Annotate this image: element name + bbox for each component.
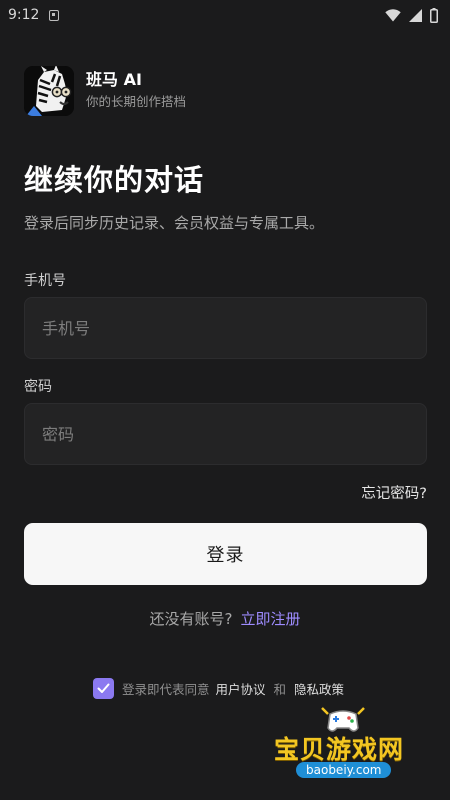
register-prompt: 还没有账号? [149,610,233,628]
zebra-logo-icon [24,66,74,116]
register-link[interactable]: 立即注册 [240,610,300,628]
agreement-and: 和 [273,682,287,697]
agreement-row: 登录即代表同意 用户协议 和 隐私政策 [93,678,344,699]
checkmark-icon [97,683,110,693]
password-input[interactable] [24,403,427,465]
agreement-checkbox[interactable] [93,678,114,699]
status-bar: 9:12 [0,0,450,30]
register-row: 还没有账号? 立即注册 [0,608,450,629]
phone-input[interactable] [24,297,427,359]
watermark: 宝贝游戏网 baobeiy.com [272,704,422,784]
app-header: 班马 AI 你的长期创作搭档 [24,66,186,116]
privacy-policy-link[interactable]: 隐私政策 [294,679,344,698]
status-right [385,7,438,23]
status-time: 9:12 [8,7,40,23]
page-title: 继续你的对话 [24,163,205,197]
login-button[interactable]: 登录 [24,523,427,585]
status-left: 9:12 [8,7,60,23]
phone-label: 手机号 [24,273,66,289]
agreement-text: 登录即代表同意 [122,682,210,697]
app-logo [24,66,74,116]
app-tagline: 你的长期创作搭档 [86,94,187,109]
app-title-block: 班马 AI 你的长期创作搭档 [86,70,186,112]
wifi-icon [385,8,401,21]
watermark-domain: baobeiy.com [296,762,392,778]
watermark-text: 宝贝游戏网 [274,735,405,764]
signal-icon [409,8,422,22]
battery-icon [430,7,438,23]
user-agreement-link[interactable]: 用户协议 [216,679,266,698]
app-name: 班马 AI [86,70,142,89]
notification-icon [49,9,60,21]
forgot-password-link[interactable]: 忘记密码? [361,482,427,503]
page-subtitle: 登录后同步历史记录、会员权益与专属工具。 [24,214,325,232]
password-label: 密码 [24,379,52,395]
